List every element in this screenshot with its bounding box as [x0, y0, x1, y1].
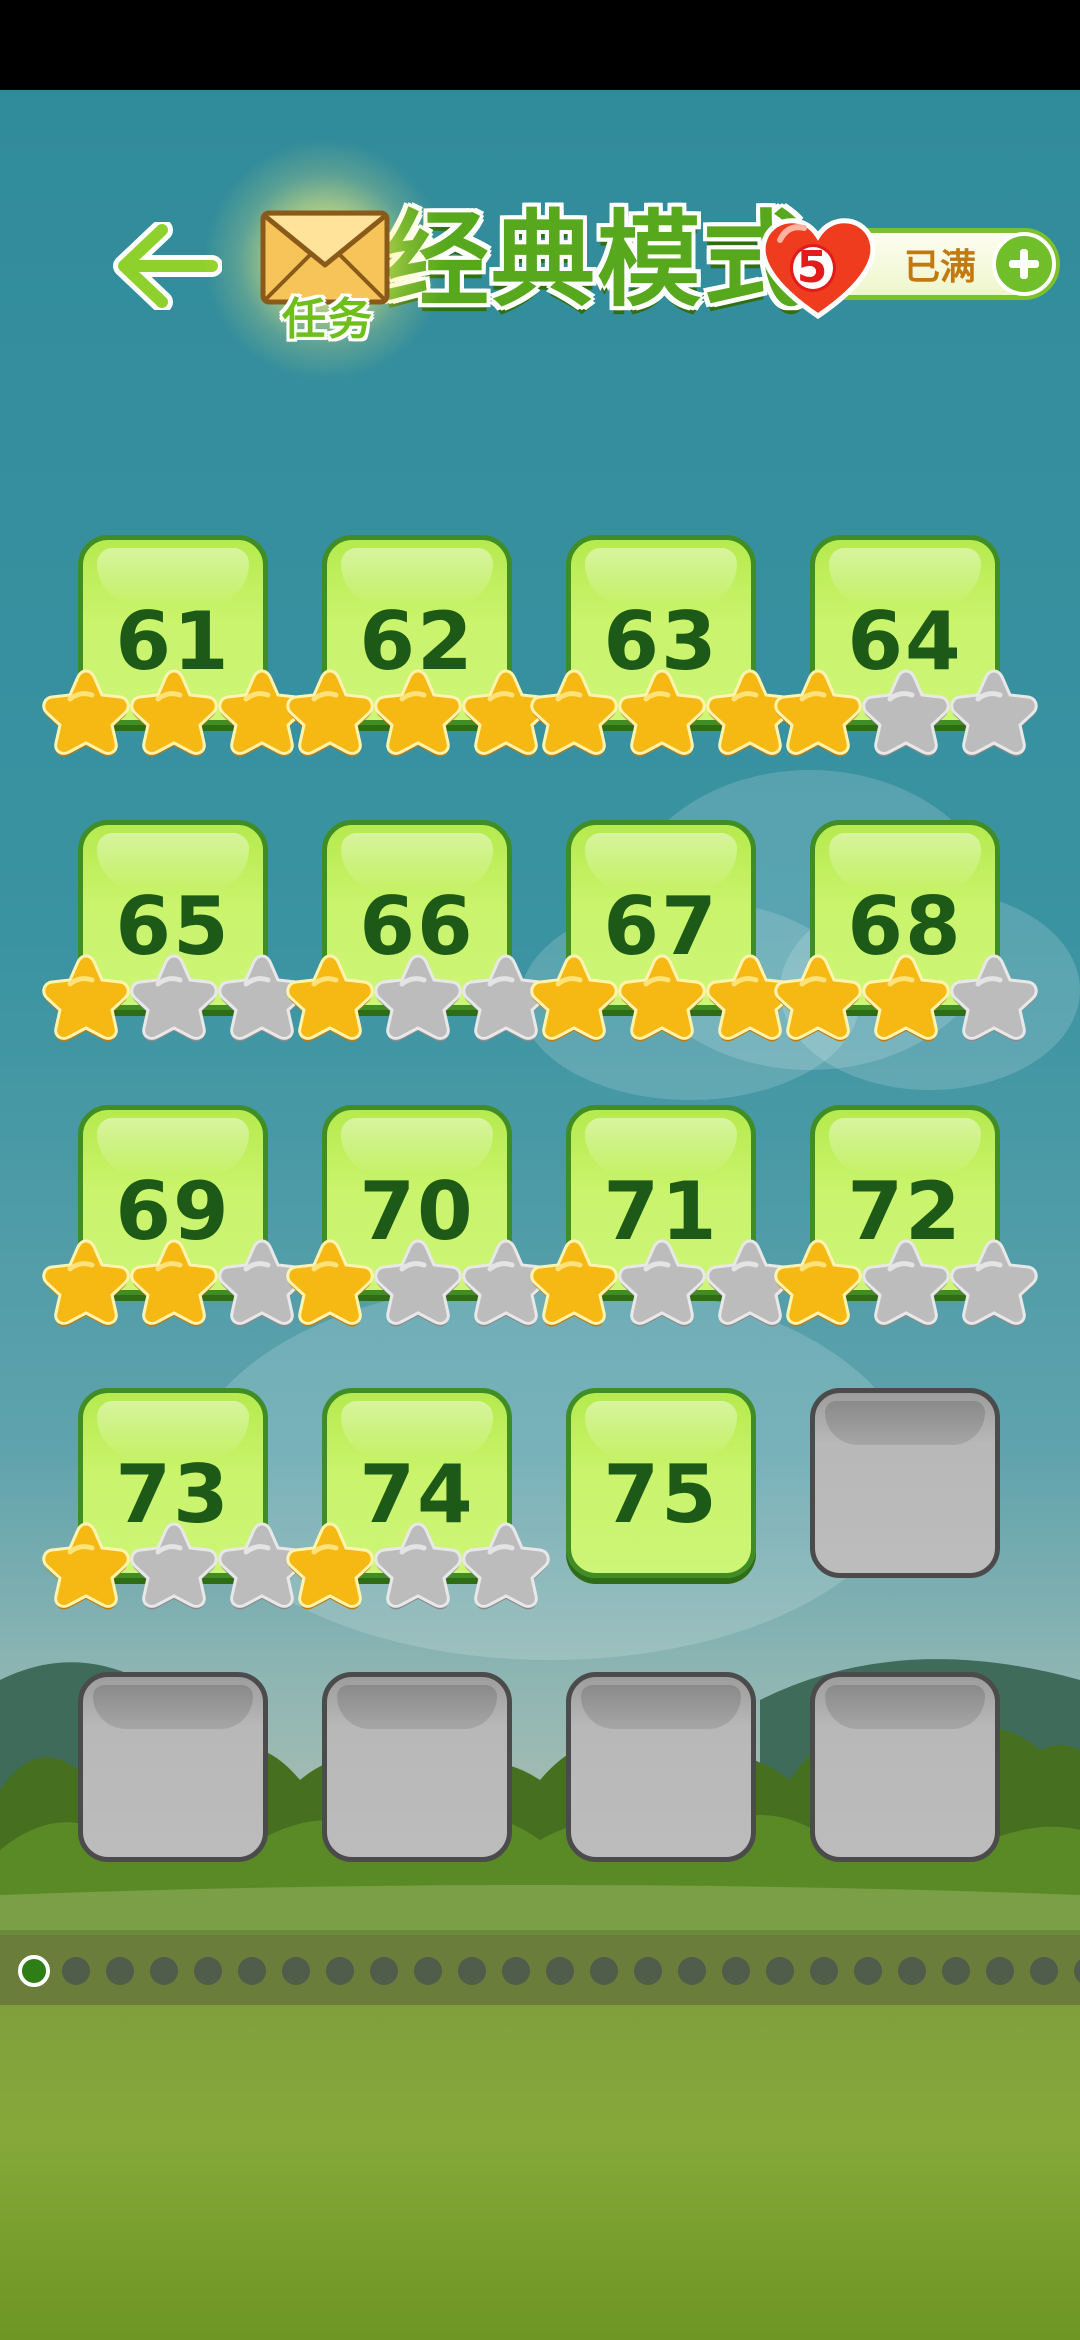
page-dot[interactable] — [678, 1957, 706, 1985]
page-dot[interactable] — [194, 1957, 222, 1985]
page-dot[interactable] — [634, 1957, 662, 1985]
page-indicator — [0, 1945, 1080, 1995]
lives-count-text: 5 — [796, 242, 828, 293]
star-empty-icon — [130, 1522, 218, 1610]
star-filled-icon — [618, 954, 706, 1042]
level-tile-locked — [322, 1672, 512, 1862]
star-filled-icon — [286, 1239, 374, 1327]
lives-count: 5 — [782, 238, 842, 298]
page-dot[interactable] — [150, 1957, 178, 1985]
page-dot[interactable] — [986, 1957, 1014, 1985]
level-stars — [40, 950, 306, 1045]
level-stars — [528, 1235, 794, 1330]
level-stars — [284, 1518, 550, 1613]
star-filled-icon — [130, 1239, 218, 1327]
page-dot[interactable] — [722, 1957, 750, 1985]
status-bar — [0, 0, 1080, 90]
level-tile-locked — [810, 1388, 1000, 1578]
page-dot[interactable] — [590, 1957, 618, 1985]
star-empty-icon — [130, 954, 218, 1042]
level-stars — [284, 950, 550, 1045]
page-dot[interactable] — [810, 1957, 838, 1985]
star-filled-icon — [774, 669, 862, 757]
star-filled-icon — [774, 954, 862, 1042]
star-empty-icon — [374, 954, 462, 1042]
star-empty-icon — [374, 1522, 462, 1610]
level-tile-locked — [566, 1672, 756, 1862]
star-filled-icon — [42, 1522, 130, 1610]
star-empty-icon — [862, 669, 950, 757]
star-filled-icon — [286, 669, 374, 757]
star-empty-icon — [950, 669, 1038, 757]
level-stars — [284, 1235, 550, 1330]
level-tile-locked — [78, 1672, 268, 1862]
page-dot[interactable] — [854, 1957, 882, 1985]
star-filled-icon — [374, 669, 462, 757]
star-filled-icon — [774, 1239, 862, 1327]
level-stars — [40, 665, 306, 760]
star-filled-icon — [530, 954, 618, 1042]
level-stars — [284, 665, 550, 760]
star-empty-icon — [618, 1239, 706, 1327]
star-filled-icon — [530, 1239, 618, 1327]
level-tile-75[interactable]: 75 — [566, 1388, 756, 1578]
star-filled-icon — [530, 669, 618, 757]
page-dot[interactable] — [414, 1957, 442, 1985]
star-filled-icon — [618, 669, 706, 757]
page-dot[interactable] — [458, 1957, 486, 1985]
page-dot[interactable] — [502, 1957, 530, 1985]
star-filled-icon — [286, 954, 374, 1042]
page-dot[interactable] — [1030, 1957, 1058, 1985]
star-empty-icon — [374, 1239, 462, 1327]
level-stars — [40, 1518, 306, 1613]
add-lives-button[interactable] — [992, 232, 1056, 296]
star-empty-icon — [950, 954, 1038, 1042]
page-dot[interactable] — [898, 1957, 926, 1985]
page-dot[interactable] — [370, 1957, 398, 1985]
page-dot[interactable] — [282, 1957, 310, 1985]
level-stars — [772, 1235, 1038, 1330]
game-screen: 经典模式 任务 已满 5 61 62 63 64 65 66 67 68 69 70 71 72 73 7… — [0, 0, 1080, 2340]
level-number: 75 — [603, 1448, 719, 1541]
task-label: 任务 — [282, 294, 374, 345]
star-filled-icon — [286, 1522, 374, 1610]
page-dot[interactable] — [766, 1957, 794, 1985]
star-empty-icon — [862, 1239, 950, 1327]
page-dot[interactable] — [942, 1957, 970, 1985]
star-filled-icon — [862, 954, 950, 1042]
star-filled-icon — [42, 1239, 130, 1327]
page-dot-active[interactable] — [18, 1955, 50, 1987]
level-tile-locked — [810, 1672, 1000, 1862]
star-empty-icon — [950, 1239, 1038, 1327]
star-empty-icon — [462, 1522, 550, 1610]
level-stars — [772, 665, 1038, 760]
page-dot[interactable] — [1074, 1957, 1080, 1985]
page-dot[interactable] — [62, 1957, 90, 1985]
star-filled-icon — [42, 669, 130, 757]
level-stars — [528, 665, 794, 760]
level-stars — [40, 1235, 306, 1330]
task-button[interactable]: 任务 — [205, 135, 445, 385]
page-dot[interactable] — [326, 1957, 354, 1985]
star-filled-icon — [130, 669, 218, 757]
level-stars — [528, 950, 794, 1045]
lives-status: 已满 — [903, 247, 976, 288]
star-filled-icon — [42, 954, 130, 1042]
level-stars — [772, 950, 1038, 1045]
page-dot[interactable] — [238, 1957, 266, 1985]
page-dot[interactable] — [106, 1957, 134, 1985]
page-dot[interactable] — [546, 1957, 574, 1985]
